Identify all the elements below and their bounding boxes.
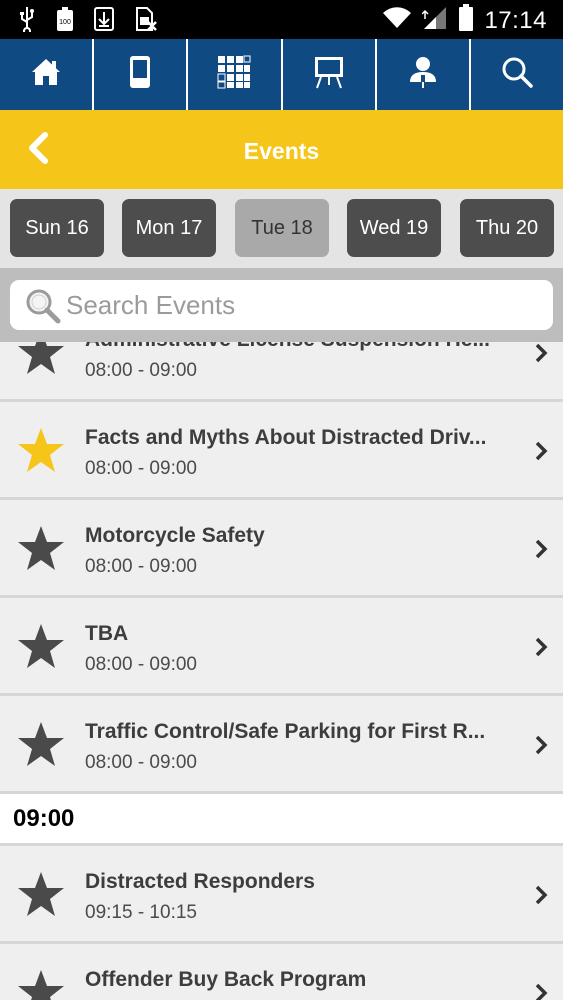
- day-tab-mon[interactable]: Mon 17: [122, 199, 216, 257]
- star-off-icon[interactable]: [16, 622, 66, 675]
- top-nav: [0, 39, 563, 110]
- event-title: Offender Buy Back Program: [85, 968, 367, 991]
- star-off-icon[interactable]: [16, 870, 66, 923]
- day-tab-thu[interactable]: Thu 20: [460, 199, 554, 257]
- event-row[interactable]: Distracted Responders 09:15 - 10:15: [0, 846, 563, 944]
- chevron-right-icon: [533, 734, 549, 761]
- chevron-right-icon: [533, 342, 549, 369]
- nav-floorplan-button[interactable]: [188, 39, 283, 110]
- mobile-device-icon: [128, 54, 152, 95]
- event-time: 08:00 - 09:00: [85, 752, 197, 773]
- event-row[interactable]: TBA 08:00 - 09:00: [0, 598, 563, 696]
- usb-icon: [18, 6, 36, 37]
- star-on-icon[interactable]: [16, 426, 66, 479]
- event-row[interactable]: Facts and Myths About Distracted Driv...…: [0, 402, 563, 500]
- nav-device-button[interactable]: [94, 39, 189, 110]
- search-bar: [0, 268, 563, 342]
- event-time: 08:00 - 09:00: [85, 360, 197, 381]
- day-tab-tue[interactable]: Tue 18: [235, 199, 329, 257]
- nav-home-button[interactable]: [0, 39, 95, 110]
- event-row[interactable]: Traffic Control/Safe Parking for First R…: [0, 696, 563, 794]
- event-row[interactable]: Offender Buy Back Program: [0, 944, 563, 1000]
- event-row[interactable]: Administrative License Suspension He... …: [0, 342, 563, 402]
- nav-sessions-button[interactable]: [283, 39, 377, 110]
- nav-search-button[interactable]: [471, 39, 563, 110]
- day-tab-wed[interactable]: Wed 19: [347, 199, 441, 257]
- home-icon: [30, 56, 62, 93]
- page-title: Events: [243, 138, 320, 164]
- event-time: 08:00 - 09:00: [85, 458, 197, 479]
- event-title: Facts and Myths About Distracted Driv...: [85, 426, 487, 449]
- presentation-easel-icon: [313, 55, 345, 94]
- signal-icon: [421, 5, 448, 36]
- event-title: Motorcycle Safety: [85, 524, 265, 547]
- chevron-right-icon: [533, 884, 549, 911]
- star-off-icon[interactable]: [16, 342, 66, 381]
- speaker-icon: [408, 55, 438, 94]
- chevron-right-icon: [533, 982, 549, 1000]
- event-time: 08:00 - 09:00: [85, 556, 197, 577]
- event-title: Traffic Control/Safe Parking for First R…: [85, 720, 486, 743]
- chevron-right-icon: [533, 636, 549, 663]
- no-sim-icon: [134, 6, 158, 37]
- nav-speakers-button[interactable]: [377, 39, 471, 110]
- event-title: Distracted Responders: [85, 870, 315, 893]
- event-time: 08:00 - 09:00: [85, 654, 197, 675]
- battery-icon: [458, 4, 474, 37]
- event-title: Administrative License Suspension He...: [85, 342, 510, 352]
- chevron-right-icon: [533, 538, 549, 565]
- day-selector: Sun 16 Mon 17 Tue 18 Wed 19 Thu 20: [0, 189, 563, 268]
- floorplan-grid-icon: [217, 55, 251, 94]
- wifi-icon: [382, 6, 412, 35]
- download-icon: [94, 6, 114, 37]
- search-input[interactable]: [66, 286, 536, 324]
- clock: 17:14: [484, 6, 547, 34]
- event-title: TBA: [85, 622, 129, 645]
- status-bar: 100 17:14: [0, 0, 563, 39]
- star-off-icon[interactable]: [16, 524, 66, 577]
- search-box: [10, 280, 553, 330]
- chevron-right-icon: [533, 440, 549, 467]
- search-icon: [501, 56, 533, 93]
- title-bar: Events: [0, 110, 563, 189]
- battery-saver-icon: 100: [56, 6, 74, 37]
- event-list: Administrative License Suspension He... …: [0, 342, 563, 1000]
- svg-text:100: 100: [59, 19, 71, 26]
- day-tab-sun[interactable]: Sun 16: [10, 199, 104, 257]
- event-time: 09:15 - 10:15: [85, 902, 197, 923]
- star-off-icon[interactable]: [16, 720, 66, 773]
- star-off-icon[interactable]: [16, 968, 66, 1000]
- magnifier-icon: [24, 287, 62, 330]
- event-row[interactable]: Motorcycle Safety 08:00 - 09:00: [0, 500, 563, 598]
- time-section-header: 09:00: [0, 794, 563, 846]
